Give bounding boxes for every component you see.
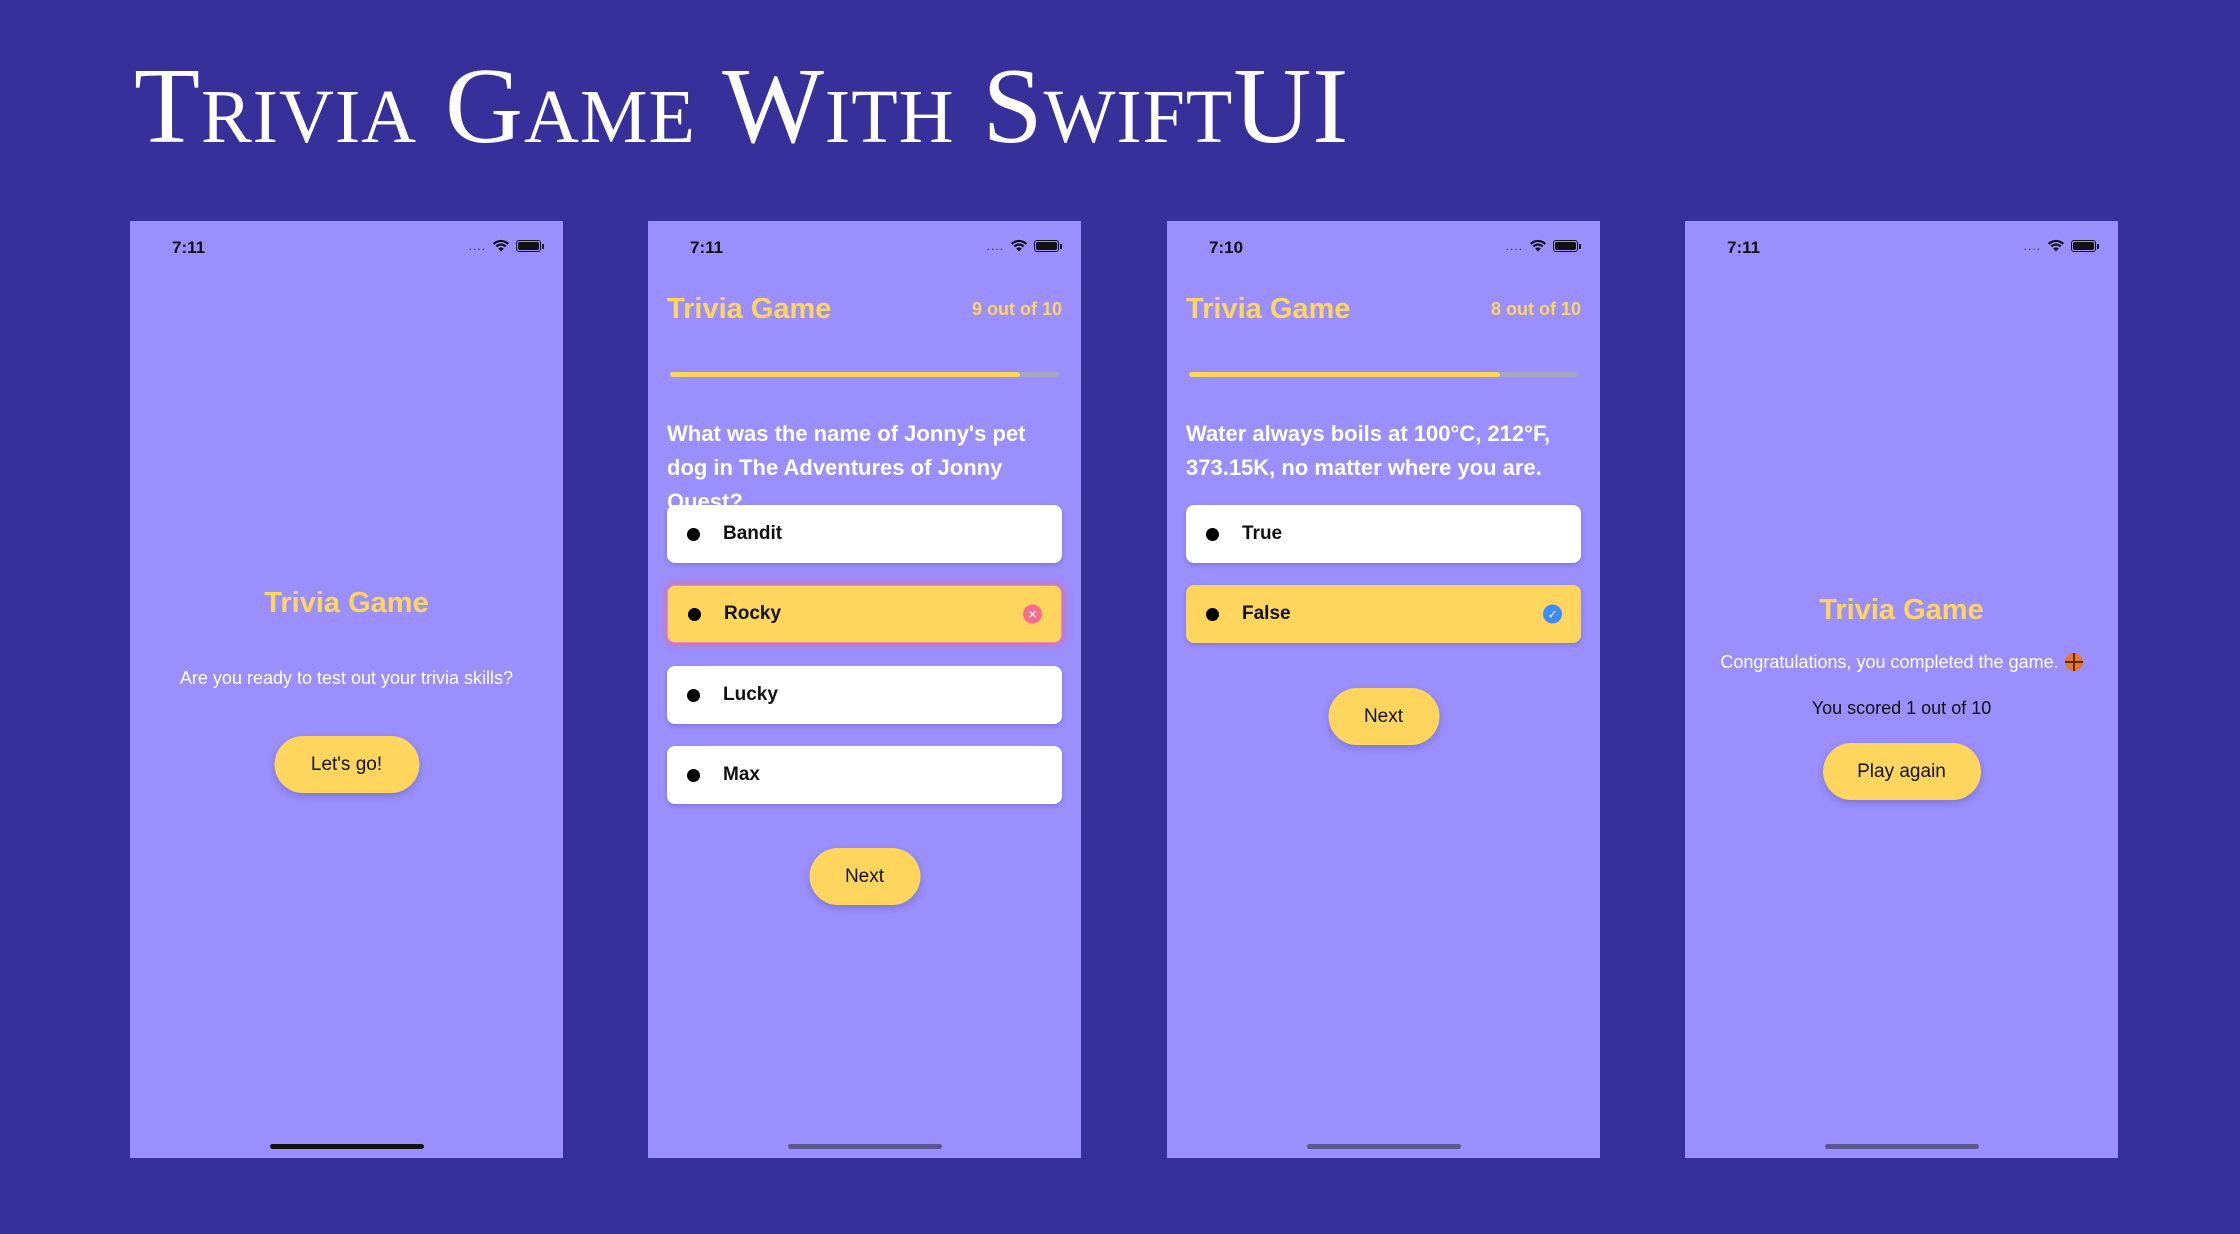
bullet-icon (687, 527, 700, 541)
answer-option[interactable]: Bandit (667, 505, 1062, 563)
answer-label: Max (723, 764, 760, 785)
battery-icon (2071, 239, 2099, 252)
bullet-icon (687, 688, 700, 702)
game-title: Trivia Game (667, 293, 832, 325)
status-time: 7:11 (172, 238, 206, 257)
answer-label: Lucky (723, 684, 778, 705)
answer-option[interactable]: True (1186, 505, 1581, 563)
battery-icon (1553, 239, 1581, 252)
status-time: 7:10 (1209, 238, 1244, 257)
question-text: What was the name of Jonny's pet dog in … (667, 421, 1026, 514)
progress-fill (670, 372, 1021, 377)
bullet-icon (1206, 527, 1219, 541)
battery-icon (516, 239, 544, 252)
answer-label: True (1242, 523, 1283, 544)
signal-dots-icon: .... (468, 238, 486, 253)
progress-fill (1189, 372, 1501, 377)
x-mark-icon: ✕ (1023, 604, 1042, 624)
answer-option[interactable]: Max (667, 746, 1062, 804)
phone-start-screen: 7:11 .... Trivia Game Are you ready to t… (130, 221, 563, 1158)
answer-label: Bandit (723, 523, 783, 544)
answer-option-selected[interactable]: Rocky ✕ (667, 585, 1062, 643)
progress-bar (1189, 372, 1578, 377)
congratulations-message: Congratulations, you completed the game. (1685, 652, 2118, 673)
status-icons: .... (1505, 238, 1581, 253)
score-text: You scored 1 out of 10 (1811, 698, 1992, 718)
home-indicator[interactable] (1824, 1144, 1979, 1149)
phone-question-screen-2: 7:10 .... Trivia Game 8 out of 10 Water … (1167, 221, 1600, 1158)
progress-label: 8 out of 10 (1490, 299, 1581, 319)
battery-icon (1034, 239, 1062, 252)
bullet-icon (688, 607, 701, 621)
answer-label: Rocky (724, 603, 782, 624)
answer-option-selected[interactable]: False ✓ (1186, 585, 1581, 643)
wifi-icon (1530, 239, 1546, 252)
signal-dots-icon: .... (986, 238, 1004, 253)
game-title: Trivia Game (1186, 293, 1351, 325)
home-indicator[interactable] (269, 1144, 424, 1149)
status-time: 7:11 (690, 238, 724, 257)
phone-question-screen-1: 7:11 .... Trivia Game 9 out of 10 What w… (648, 221, 1081, 1158)
start-title: Trivia Game (264, 587, 429, 619)
home-indicator[interactable] (1306, 1144, 1461, 1149)
status-icons: .... (468, 238, 544, 253)
checkmark-icon: ✓ (1543, 604, 1562, 624)
lets-go-button[interactable]: Let's go! (274, 736, 419, 793)
signal-dots-icon: .... (1505, 238, 1523, 253)
completed-title: Trivia Game (1819, 594, 1984, 626)
progress-bar (670, 372, 1059, 377)
phone-completed-screen: 7:11 .... Trivia Game Congratulations, y… (1685, 221, 2118, 1158)
congratulations-text: Congratulations, you completed the game. (1720, 652, 2059, 672)
status-time: 7:11 (1727, 238, 1761, 257)
bullet-icon (1206, 607, 1219, 621)
question-text: Water always boils at 100°C, 212°F, 373.… (1186, 421, 1551, 480)
next-button[interactable]: Next (1328, 688, 1439, 745)
answer-option[interactable]: Lucky (667, 666, 1062, 724)
next-button[interactable]: Next (809, 848, 920, 905)
signal-dots-icon: .... (2023, 238, 2041, 253)
headline: Trivia Game With SwiftUI (134, 47, 1350, 166)
bullet-icon (687, 768, 700, 782)
answer-label: False (1242, 603, 1291, 624)
status-icons: .... (2023, 238, 2099, 253)
basketball-emoji-icon (2064, 653, 2083, 671)
wifi-icon (2048, 239, 2064, 252)
play-again-button[interactable]: Play again (1822, 743, 1981, 800)
start-subtitle: Are you ready to test out your trivia sk… (179, 668, 514, 688)
status-icons: .... (986, 238, 1062, 253)
home-indicator[interactable] (787, 1144, 942, 1149)
wifi-icon (493, 239, 509, 252)
wifi-icon (1011, 239, 1027, 252)
progress-label: 9 out of 10 (971, 299, 1062, 319)
